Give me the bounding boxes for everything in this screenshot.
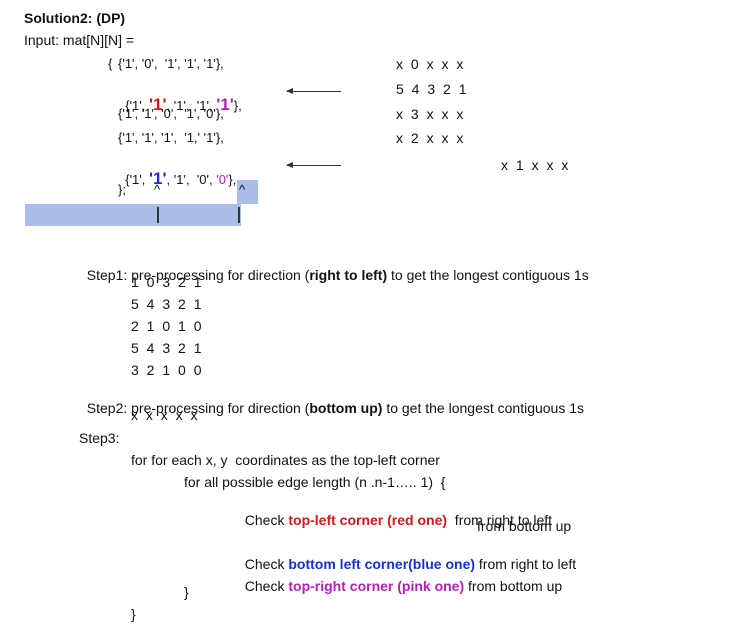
matrix-row-1-part-e: }, [233,98,242,113]
matrix-row-4-part-c: , '1', '0', [166,172,217,187]
step1-row-1: 5 4 3 2 1 [131,296,204,312]
matrix-close-brace: }; [118,182,126,197]
matrix-open-brace: { [108,56,113,71]
solution-title: Solution2: (DP) [24,10,126,26]
check1-second-line: from bottom up [477,518,572,534]
step1-row-0: 1 0 3 2 1 [131,274,204,290]
check3-suffix: from bottom up [464,578,563,594]
step1-row-3: 5 4 3 2 1 [131,340,204,356]
input-label: Input: mat[N][N] = [24,32,135,48]
highlight-bar [25,204,241,226]
check1-prefix: Check [244,512,289,528]
left-arrow-icon [286,88,341,94]
outer-close-brace: } [131,606,136,622]
step3-label: Step3: [79,430,120,446]
column-marker [238,207,240,223]
right-col-row-2: x 3 x x x [396,106,466,122]
right-col-row-3: x 2 x x x [396,130,466,146]
check-top-right: Check top-right corner (pink one) from b… [237,562,562,594]
check3-prefix: Check [244,578,289,594]
matrix-row-4: {'1', '1', '1', '0', '0'}, [118,155,236,188]
step1-row-4: 3 2 1 0 0 [131,362,204,378]
step3-line1: for for each x, y coordinates as the top… [131,452,440,468]
column-marker [157,207,159,223]
step2-suffix: to get the longest contiguous 1s [382,400,585,416]
far-right-row: x 1 x x x [501,157,571,173]
matrix-row-4-pink-cell: '0' [216,172,229,187]
check1-highlight: top-left corner (red one) [288,512,448,528]
matrix-row-4-part-e: }, [228,172,237,187]
matrix-row-0: {'1', '0', '1', '1', '1'}, [118,56,224,71]
step3-line2: for all possible edge length (n .n-1….. … [184,474,446,490]
step1-row-2: 2 1 0 1 0 [131,318,204,334]
matrix-row-3: {'1', '1', '1', '1,' '1'}, [118,130,224,145]
inner-close-brace: } [184,584,189,600]
right-col-row-0: x 0 x x x [396,56,466,72]
right-col-row-1: 5 4 3 2 1 [396,81,469,97]
step2-row: x x x x x [131,407,200,423]
check3-highlight: top-right corner (pink one) [288,578,465,594]
matrix-row-2: {'1', '1', '0', '1', '0'}, [118,106,224,121]
step1-bold: right to left) [309,267,388,283]
step2-bold: bottom up) [309,400,383,416]
left-arrow-icon [286,162,341,168]
caret-right: ^ [239,182,246,197]
caret-left: ^ [154,182,161,197]
matrix-row-4-part-a: {'1', [125,172,149,187]
step1-suffix: to get the longest contiguous 1s [387,267,589,283]
